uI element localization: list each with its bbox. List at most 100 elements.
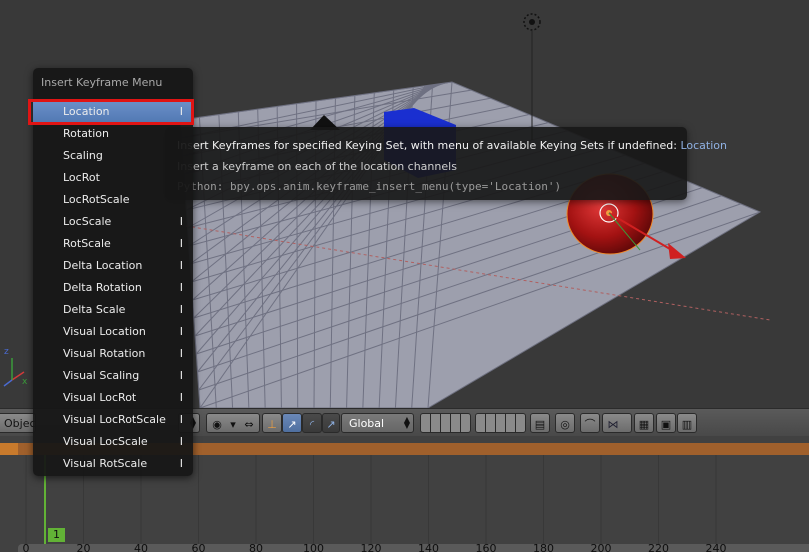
proportional-edit-button[interactable]: ◎ [555, 413, 575, 433]
ruler-tick-label: 220 [648, 544, 669, 552]
tooltip-description: Insert Keyframes for specified Keying Se… [177, 139, 727, 152]
layer-buttons-group-2[interactable] [475, 413, 526, 433]
tooltip-description-text: Insert Keyframes for specified Keying Se… [177, 139, 677, 152]
lock-layers-button[interactable]: ▤ [530, 413, 550, 433]
pivot-point-icon: ◉ [212, 417, 222, 431]
menu-item-shortcut: I [179, 303, 183, 316]
layers-icon: ▤ [534, 417, 546, 431]
manipulator-toggle[interactable]: ⊥ [262, 413, 282, 433]
menu-item-shortcut: I [179, 281, 183, 294]
menu-item-shortcut: I [179, 413, 183, 426]
manipulator-icon: ⊥ [267, 417, 277, 431]
translate-arrow-icon: ↗ [287, 417, 297, 431]
menu-item-shortcut: I [179, 237, 183, 250]
insert-keyframe-menu: Insert Keyframe Menu Location I Rotation Sc… [33, 68, 193, 476]
menu-item[interactable]: Scaling [33, 145, 193, 167]
scale-manipulator-button[interactable]: ↗ [322, 413, 340, 433]
rotate-arc-icon: ◜ [309, 417, 315, 431]
ruler-tick-label: 120 [360, 544, 382, 552]
chevron-updown-icon: ▲▼ [403, 415, 410, 430]
render-animation-button[interactable]: ▥ [677, 413, 697, 433]
menu-item-shortcut: I [179, 435, 183, 448]
axis-gizmo: z x [3, 347, 28, 387]
svg-text:x: x [22, 377, 28, 387]
ruler-tick-label: 20 [76, 544, 91, 552]
menu-item[interactable]: Visual Location I [33, 321, 193, 343]
menu-item[interactable]: Visual LocRotScale I [33, 409, 193, 431]
ruler-tick-label: 160 [475, 544, 497, 552]
menu-item-label: Visual Scaling [63, 369, 140, 382]
menu-item[interactable]: Delta Location I [33, 255, 193, 277]
menu-item[interactable]: Visual RotScale I [33, 453, 193, 475]
ruler-tick-label: 80 [249, 544, 263, 552]
pivot-select[interactable]: ◉ ▾ ⇔ [206, 413, 260, 433]
menu-item-label: Scaling [63, 149, 103, 162]
ruler-tick-label: 200 [590, 544, 612, 552]
mode-select[interactable]: Objec [0, 413, 36, 433]
menu-item-shortcut: I [179, 325, 183, 338]
layer-buttons-group-1[interactable] [420, 413, 471, 433]
operator-tooltip: Insert Keyframes for specified Keying Se… [165, 127, 727, 200]
magnet-icon: ⌒ [584, 418, 596, 431]
ruler-tick-label: 140 [418, 544, 439, 552]
menu-item-label: Delta Scale [63, 303, 126, 316]
current-frame-indicator: 1 [48, 528, 65, 542]
menu-item-label: Visual LocRot [63, 391, 137, 404]
rotate-manipulator-button[interactable]: ◜ [302, 413, 322, 433]
render-image-icon: ▦ [638, 417, 650, 431]
menu-item[interactable]: Visual LocRot I [33, 387, 193, 409]
menu-item[interactable]: LocRotScale [33, 189, 193, 211]
menu-item-label: LocScale [63, 215, 112, 228]
menu-item[interactable]: Delta Rotation I [33, 277, 193, 299]
ruler-tick-label: 180 [533, 544, 554, 552]
menu-item[interactable]: Delta Scale I [33, 299, 193, 321]
clapperboard-icon: ▥ [681, 417, 693, 431]
menu-item-label: Visual LocScale [63, 435, 148, 448]
transform-orientation-select[interactable]: Global ▲ ▼ [341, 413, 414, 433]
render-still-button[interactable]: ▣ [656, 413, 676, 433]
menu-item[interactable]: LocRot [33, 167, 193, 189]
menu-item[interactable]: Visual Rotation I [33, 343, 193, 365]
ruler-tick-label: 0 [22, 544, 30, 552]
snap-toggle-button[interactable]: ⌒ [580, 413, 600, 433]
menu-item-shortcut: I [179, 369, 183, 382]
menu-item[interactable]: Visual LocScale I [33, 431, 193, 453]
tooltip-python: Python: bpy.ops.anim.keyframe_insert_men… [177, 180, 562, 193]
ruler-tick-label: 100 [303, 544, 324, 552]
tooltip-keying-set: Location [680, 139, 727, 152]
menu-item-label: LocRotScale [63, 193, 130, 206]
menu-item-label: Delta Location [63, 259, 143, 272]
menu-item-label: Visual LocRotScale [63, 413, 166, 426]
menu-item-shortcut: I [179, 259, 183, 272]
menu-item-label: Visual RotScale [63, 457, 148, 470]
frame-ruler[interactable]: 0 20 40 60 80 100 120 140 160 180 200 220 240 [18, 544, 809, 552]
ruler-tick-label: 60 [191, 544, 206, 552]
menu-item[interactable]: LocScale I [33, 211, 193, 233]
menu-item[interactable]: Location I [33, 101, 193, 123]
menu-item[interactable]: Rotation [33, 123, 193, 145]
menu-item-label: LocRot [63, 171, 100, 184]
opengl-render-button[interactable]: ▦ [634, 413, 654, 433]
proportional-edit-icon: ◎ [560, 417, 570, 431]
menu-item[interactable]: RotScale I [33, 233, 193, 255]
snap-element-select[interactable]: ⋈ [602, 413, 632, 433]
menu-item-label: Rotation [63, 127, 110, 140]
orientation-label: Global [349, 417, 385, 430]
menu-item[interactable]: Visual Scaling I [33, 365, 193, 387]
menu-item-shortcut: I [179, 457, 183, 470]
menu-item-shortcut: I [179, 391, 183, 404]
tooltip-detail: Insert a keyframe on each of the locatio… [177, 160, 457, 173]
menu-item-shortcut: I [179, 105, 183, 118]
chevron-updown-icon: ▾ [230, 417, 236, 431]
svg-text:z: z [4, 347, 9, 357]
menu-item-label: Delta Rotation [63, 281, 142, 294]
menu-item-label: Location [63, 105, 110, 118]
menu-title: Insert Keyframe Menu [41, 76, 163, 89]
timeline-band-start [0, 443, 18, 455]
menu-item-label: RotScale [63, 237, 111, 250]
menu-item-shortcut: I [179, 347, 183, 360]
menu-item-shortcut: I [179, 215, 183, 228]
translate-manipulator-button[interactable]: ↗ [282, 413, 302, 433]
mode-select-label: Objec [4, 417, 36, 430]
camera-render-icon: ▣ [660, 417, 672, 431]
